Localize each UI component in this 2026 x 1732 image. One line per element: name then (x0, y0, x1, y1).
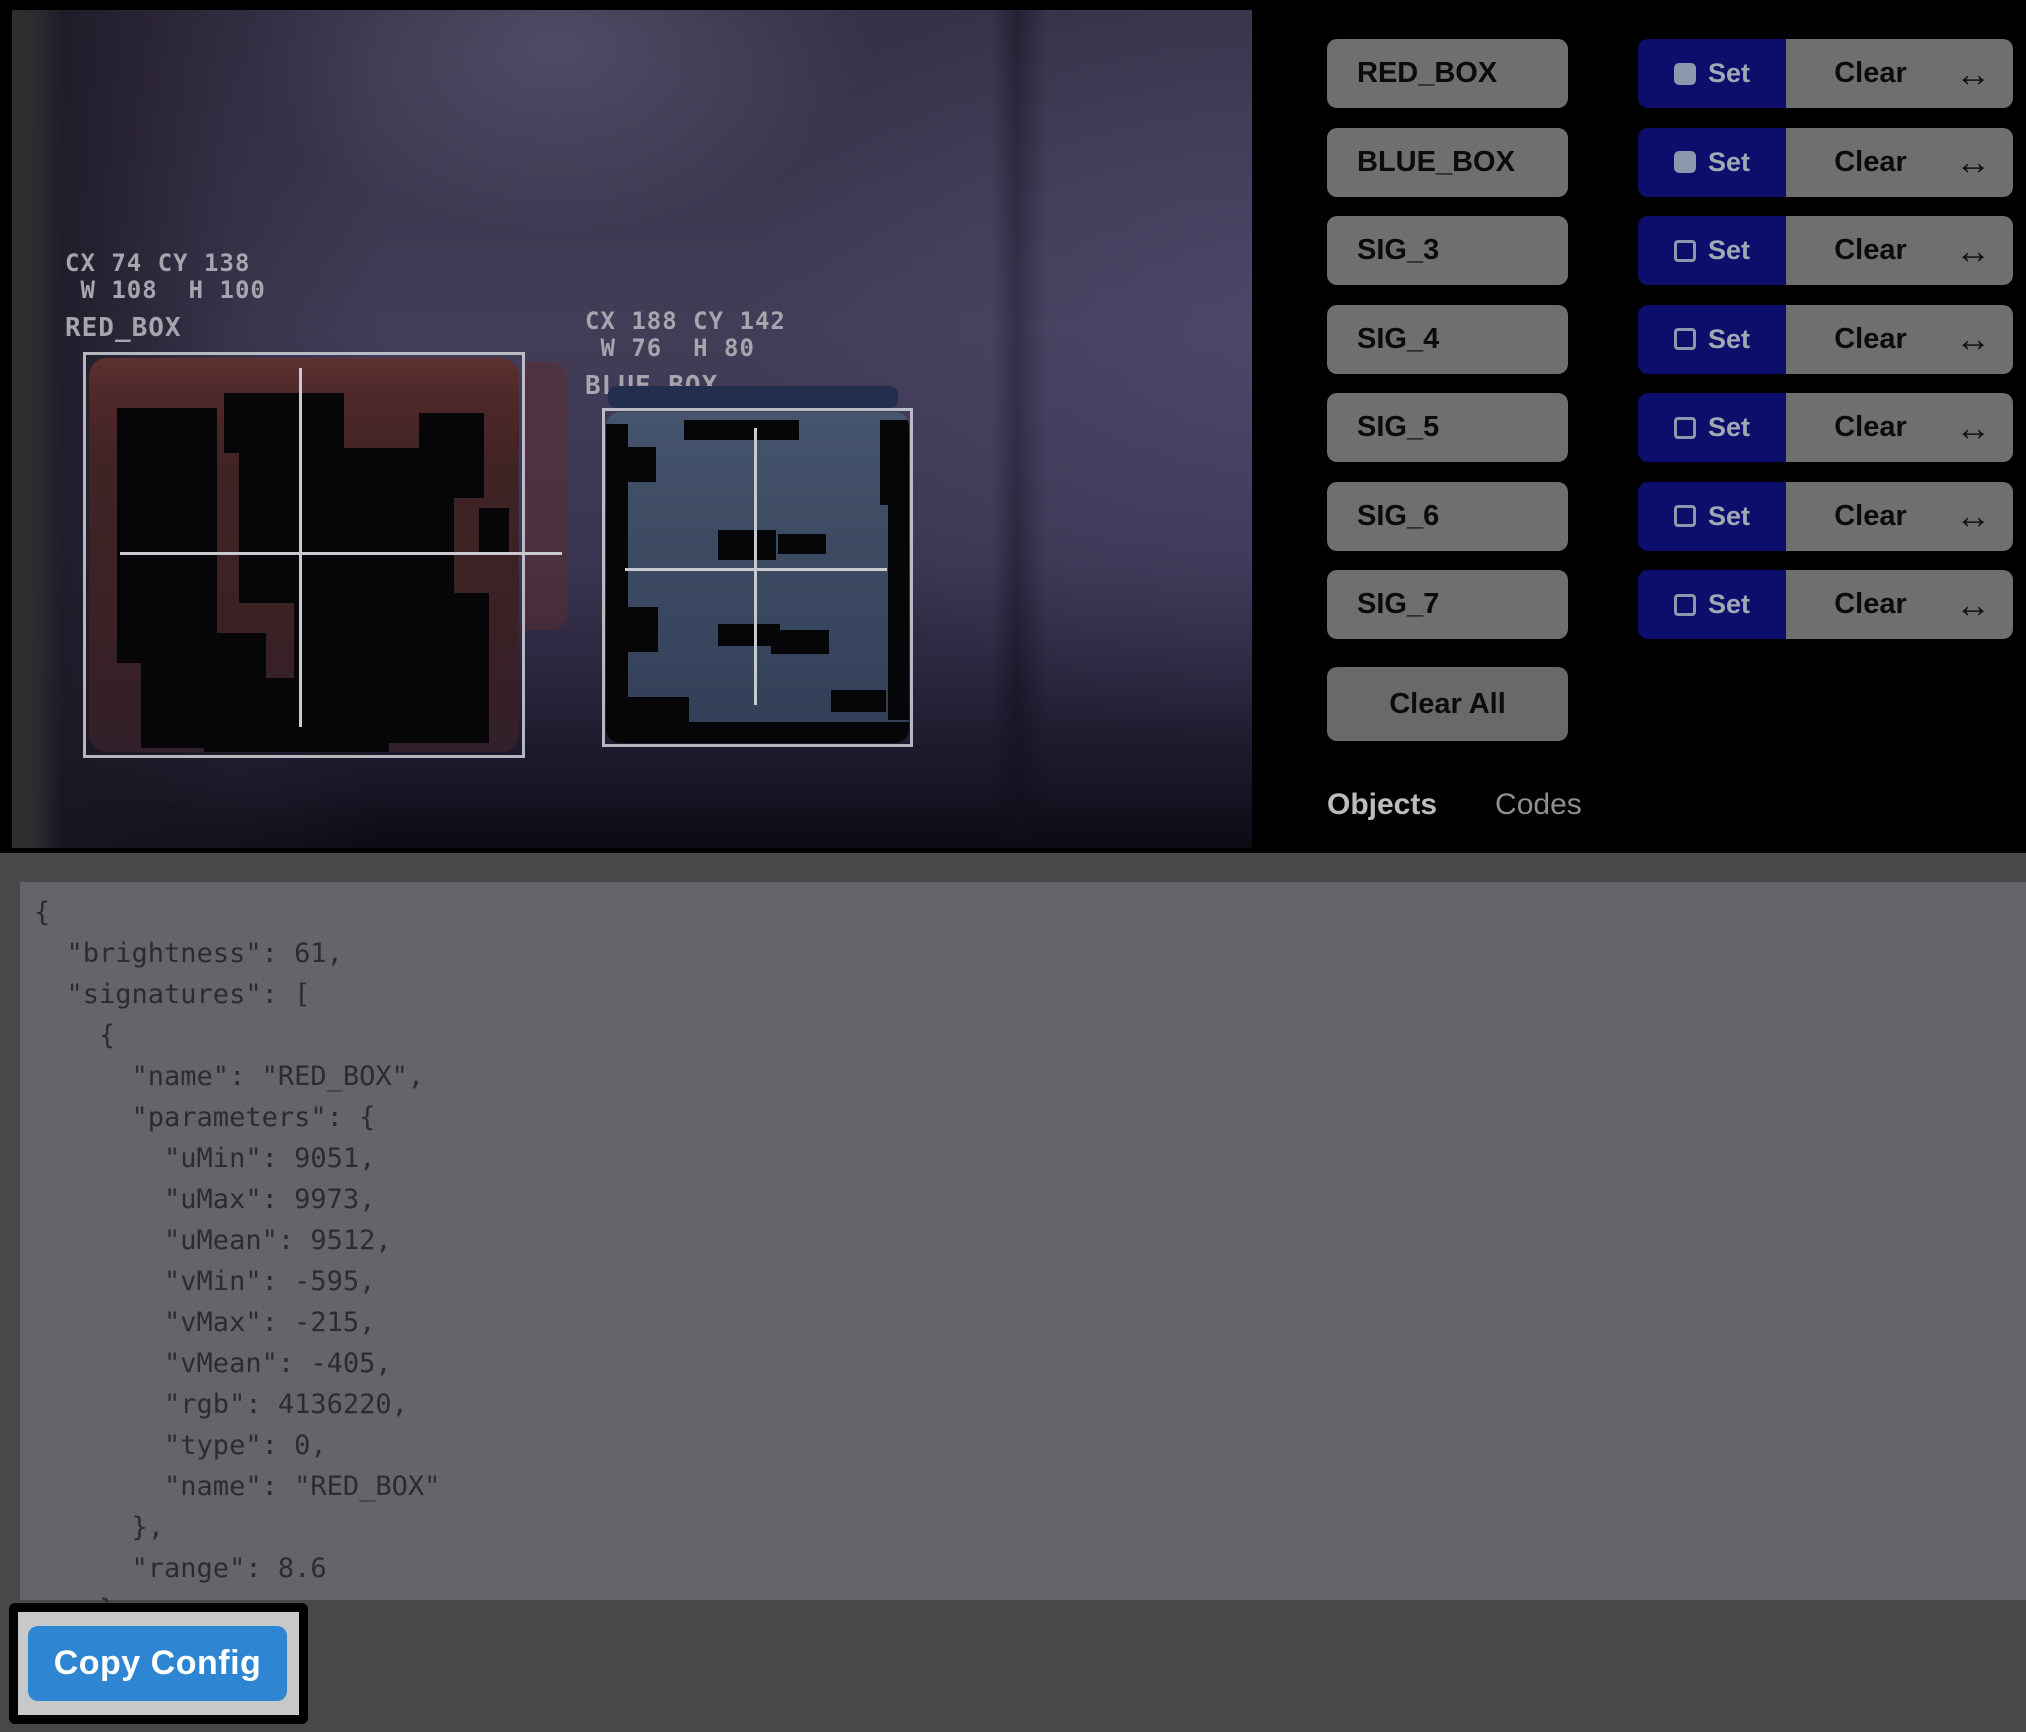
signature-name-button[interactable]: SIG_5 (1327, 393, 1568, 462)
swap-arrow-icon[interactable]: ↔ (1955, 410, 1991, 446)
bounding-box-red (83, 352, 525, 758)
row-spacer (1568, 39, 1638, 108)
tab-bar: Objects Codes (1327, 788, 1582, 822)
row-spacer (1568, 128, 1638, 197)
object-coords-text: CX 74 CY 138 (65, 250, 250, 277)
signature-name-button[interactable]: BLUE_BOX (1327, 128, 1568, 197)
clear-button-label: Clear (1786, 588, 1955, 621)
object-size-text: W 76 H 80 (585, 335, 755, 362)
set-button[interactable]: Set (1638, 216, 1786, 285)
set-button[interactable]: Set (1638, 393, 1786, 462)
bounding-box-blue (602, 408, 913, 747)
swap-arrow-icon[interactable]: ↔ (1955, 587, 1991, 623)
red-cube-side (525, 362, 567, 630)
signature-row: SIG_4 Set Clear ↔ (1327, 305, 2013, 374)
signature-name-button[interactable]: SIG_7 (1327, 570, 1568, 639)
set-checkbox[interactable] (1674, 417, 1696, 439)
clear-button-label: Clear (1786, 411, 1955, 444)
clear-button[interactable]: Clear ↔ (1786, 305, 2013, 374)
tab-codes[interactable]: Codes (1495, 788, 1582, 822)
signature-row: SIG_3 Set Clear ↔ (1327, 216, 2013, 285)
swap-arrow-icon[interactable]: ↔ (1955, 233, 1991, 269)
swap-arrow-icon[interactable]: ↔ (1955, 321, 1991, 357)
clear-button-label: Clear (1786, 146, 1955, 179)
set-button[interactable]: Set (1638, 570, 1786, 639)
swap-arrow-icon[interactable]: ↔ (1955, 144, 1991, 180)
clear-all-button[interactable]: Clear All (1327, 667, 1568, 741)
row-spacer (1568, 216, 1638, 285)
signature-name-button[interactable]: SIG_4 (1327, 305, 1568, 374)
set-button[interactable]: Set (1638, 128, 1786, 197)
set-button[interactable]: Set (1638, 305, 1786, 374)
set-button-label: Set (1708, 412, 1750, 443)
set-checkbox[interactable] (1674, 594, 1696, 616)
signature-row: SIG_7 Set Clear ↔ (1327, 570, 2013, 639)
copy-config-button[interactable]: Copy Config (28, 1626, 287, 1701)
object-label: RED_BOX (65, 313, 182, 343)
set-button[interactable]: Set (1638, 482, 1786, 551)
signature-row: SIG_5 Set Clear ↔ (1327, 393, 2013, 462)
clear-button-label: Clear (1786, 57, 1955, 90)
clear-button-label: Clear (1786, 323, 1955, 356)
signature-row: BLUE_BOX Set Clear ↔ (1327, 128, 2013, 197)
clear-button-label: Clear (1786, 234, 1955, 267)
clear-button[interactable]: Clear ↔ (1786, 39, 2013, 108)
signature-name-button[interactable]: SIG_6 (1327, 482, 1568, 551)
crosshair-horizontal-blue (625, 568, 887, 571)
set-button-label: Set (1708, 324, 1750, 355)
crosshair-vertical-red (299, 368, 302, 727)
clear-button[interactable]: Clear ↔ (1786, 128, 2013, 197)
object-size-text: W 108 H 100 (65, 277, 266, 304)
set-checkbox[interactable] (1674, 505, 1696, 527)
set-button-label: Set (1708, 58, 1750, 89)
tab-objects[interactable]: Objects (1327, 788, 1437, 822)
row-spacer (1568, 570, 1638, 639)
set-button-label: Set (1708, 147, 1750, 178)
crosshair-horizontal-red (120, 552, 562, 555)
config-editor[interactable]: { "brightness": 61, "signatures": [ { "n… (20, 882, 2026, 1600)
object-coords-text: CX 188 CY 142 (585, 308, 786, 335)
config-json-text[interactable]: { "brightness": 61, "signatures": [ { "n… (20, 882, 2026, 1630)
set-checkbox[interactable] (1674, 151, 1696, 173)
clear-button-label: Clear (1786, 500, 1955, 533)
clear-button[interactable]: Clear ↔ (1786, 482, 2013, 551)
clear-button[interactable]: Clear ↔ (1786, 216, 2013, 285)
signature-row: RED_BOX Set Clear ↔ (1327, 39, 2013, 108)
set-checkbox[interactable] (1674, 63, 1696, 85)
set-button-label: Set (1708, 501, 1750, 532)
clear-button[interactable]: Clear ↔ (1786, 570, 2013, 639)
camera-feed[interactable]: CX 74 CY 138 W 108 H 100 RED_BOX CX 188 … (12, 10, 1252, 848)
row-spacer (1568, 482, 1638, 551)
signature-panel: RED_BOX Set Clear ↔ BLUE_BOX Set (1327, 39, 2013, 639)
swap-arrow-icon[interactable]: ↔ (1955, 56, 1991, 92)
set-button-label: Set (1708, 235, 1750, 266)
signature-row: SIG_6 Set Clear ↔ (1327, 482, 2013, 551)
page: CX 74 CY 138 W 108 H 100 RED_BOX CX 188 … (0, 0, 2026, 1732)
row-spacer (1568, 393, 1638, 462)
crosshair-vertical-blue (754, 428, 757, 705)
set-checkbox[interactable] (1674, 240, 1696, 262)
copy-config-highlight: Copy Config (9, 1603, 308, 1724)
config-section: { "brightness": 61, "signatures": [ { "n… (0, 853, 2026, 1732)
row-spacer (1568, 305, 1638, 374)
blue-cube-top (608, 386, 898, 408)
set-button-label: Set (1708, 589, 1750, 620)
set-checkbox[interactable] (1674, 328, 1696, 350)
signature-name-button[interactable]: SIG_3 (1327, 216, 1568, 285)
signature-name-button[interactable]: RED_BOX (1327, 39, 1568, 108)
swap-arrow-icon[interactable]: ↔ (1955, 498, 1991, 534)
set-button[interactable]: Set (1638, 39, 1786, 108)
clear-button[interactable]: Clear ↔ (1786, 393, 2013, 462)
